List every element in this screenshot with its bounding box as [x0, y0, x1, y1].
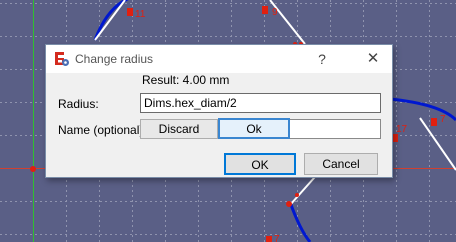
freecad-icon — [55, 52, 69, 66]
ok-button[interactable]: OK — [224, 153, 296, 175]
constraint-label: 17 — [396, 124, 408, 135]
cancel-button[interactable]: Cancel — [304, 153, 378, 175]
constraint-label: 9 — [272, 7, 278, 18]
help-button[interactable]: ? — [310, 49, 334, 69]
radius-label: Radius: — [58, 97, 99, 111]
close-button[interactable]: ✕ — [361, 49, 385, 69]
radius-input[interactable]: Dims.hex_diam/2 — [140, 93, 381, 113]
dialog-title: Change radius — [75, 52, 154, 66]
constraint-label: 11 — [135, 9, 146, 20]
constraint-label: 7 — [274, 234, 280, 242]
sketch-point[interactable] — [286, 201, 292, 207]
name-label: Name (optional) — [58, 123, 144, 137]
discard-button[interactable]: Discard — [140, 119, 218, 139]
constraint-marker[interactable] — [266, 236, 272, 242]
constraint-marker[interactable] — [127, 8, 133, 16]
dialog-titlebar[interactable]: Change radius ? ✕ — [46, 45, 392, 73]
constraint-label: 7 — [440, 114, 446, 125]
ok-inline-button[interactable]: Ok — [218, 118, 290, 139]
constraint-marker[interactable] — [262, 6, 268, 14]
constraint-marker[interactable] — [431, 118, 437, 126]
origin-point[interactable] — [30, 166, 36, 172]
sketch-point[interactable] — [295, 193, 299, 197]
result-text: Result: 4.00 mm — [142, 73, 230, 87]
change-radius-dialog: Change radius ? ✕ Result: 4.00 mm Radius… — [45, 44, 393, 178]
